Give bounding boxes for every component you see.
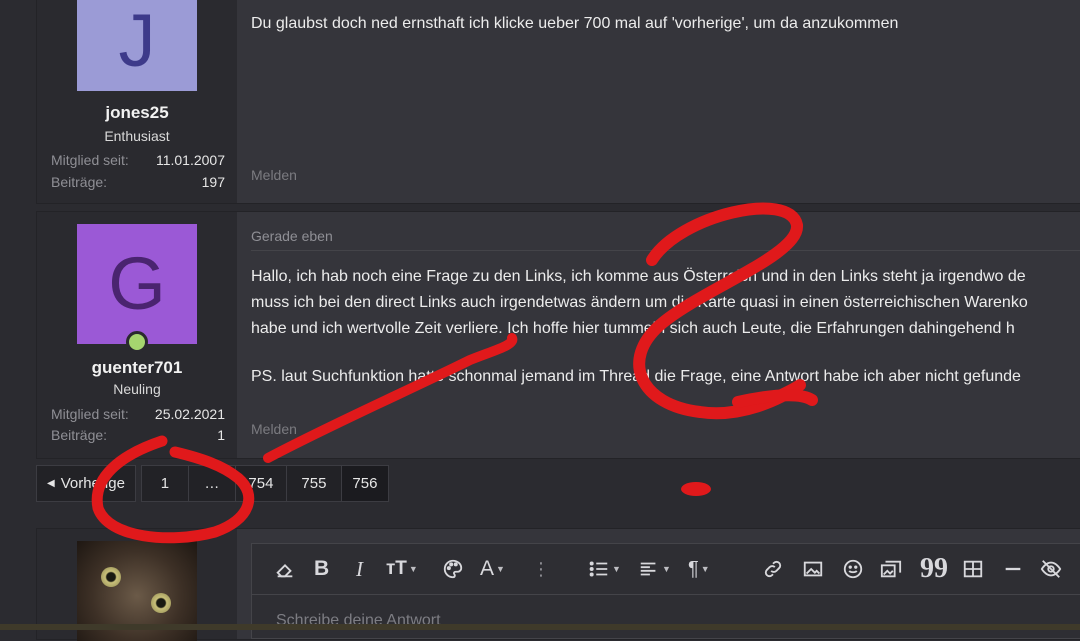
paragraph-icon[interactable]: ¶ ▼ [688,556,710,582]
horizontal-rule-icon[interactable] [1002,556,1024,582]
chevron-left-icon: ◀ [47,478,55,489]
message-line: PS. laut Suchfunktion hatte schonmal jem… [251,368,1021,385]
user-sidebar: J jones25 Enthusiast Mitglied seit: 11.0… [37,0,237,203]
text-size-icon[interactable]: тT ▼ [386,556,418,582]
post-count-row: Beiträge: 1 [51,427,225,443]
avatar[interactable]: J [77,0,197,91]
post-count-label: Beiträge: [51,427,108,443]
current-page[interactable]: 756 [340,465,389,502]
post-timestamp[interactable]: Gerade eben [251,228,333,244]
eraser-icon[interactable] [274,556,296,582]
italic-icon[interactable]: I [356,556,363,582]
page-ellipsis-button[interactable]: … [187,465,236,502]
post-count-row: Beiträge: 197 [51,174,225,190]
previous-page-button[interactable]: ◀ Vorherige [36,465,136,502]
online-status-icon [126,331,148,353]
bold-icon[interactable]: B [314,556,329,582]
user-title: Enthusiast [104,128,170,144]
post-count-value: 197 [201,174,225,190]
avatar-letter: G [108,242,166,325]
member-since-row: Mitglied seit: 11.01.2007 [51,152,225,168]
user-title: Neuling [113,381,161,397]
member-since-label: Mitglied seit: [51,406,129,422]
member-since-value: 25.02.2021 [154,406,225,422]
previous-label: Vorherige [60,475,125,492]
report-link[interactable]: Melden [251,421,297,437]
avatar-letter: J [118,0,156,82]
username[interactable]: guenter701 [37,358,237,378]
bottom-strip [0,624,1080,630]
page-link[interactable]: 754 [234,465,287,502]
annotation-dot [681,482,711,496]
message-line: Hallo, ich hab noch eine Frage zu den Li… [251,268,1026,285]
palette-icon[interactable] [442,556,464,582]
post-count-label: Beiträge: [51,174,108,190]
pagination: ◀ Vorherige 1 … 754 755 756 [36,465,389,502]
link-icon[interactable] [762,556,784,582]
avatar-eye [101,567,121,587]
reply-user-sidebar [37,529,237,641]
post-guenter701: G guenter701 Neuling Mitglied seit: 25.0… [36,211,1080,459]
page-link[interactable]: 1 [140,465,189,502]
image-icon[interactable] [802,556,824,582]
username[interactable]: jones25 [37,103,237,123]
message-line [251,342,1080,364]
align-icon[interactable]: ▼ [638,556,671,582]
page-link[interactable]: 755 [285,465,342,502]
member-since-label: Mitglied seit: [51,152,129,168]
list-icon[interactable]: ▼ [588,556,621,582]
more-vertical-icon[interactable]: ⋮ [532,556,550,582]
member-since-value: 11.01.2007 [155,152,225,168]
message-line: muss ich bei den direct Links auch irgen… [251,294,1028,311]
editor-toolbar: B I тT ▼ A ▼ ⋮ ▼ ▼ ¶ ▼ 99 [252,544,1080,595]
member-since-row: Mitglied seit: 25.02.2021 [51,406,225,422]
avatar-eye [151,593,171,613]
font-color-icon[interactable]: A ▼ [480,556,505,582]
message-line: habe und ich wertvolle Zeit verliere. Ic… [251,320,1015,337]
post-jones25: J jones25 Enthusiast Mitglied seit: 11.0… [36,0,1080,204]
smiley-icon[interactable] [842,556,864,582]
table-icon[interactable] [962,556,984,582]
post-divider [251,250,1080,251]
report-link[interactable]: Melden [251,167,297,183]
post-message: Hallo, ich hab noch eine Frage zu den Li… [251,264,1080,390]
avatar[interactable]: G [77,224,197,344]
post-message: Du glaubst doch ned ernsthaft ich klicke… [251,11,1080,37]
spoiler-icon[interactable] [1040,556,1062,582]
quote-icon[interactable]: 99 [920,553,948,584]
media-icon[interactable] [880,556,902,582]
user-sidebar: G guenter701 Neuling Mitglied seit: 25.0… [37,212,237,458]
post-count-value: 1 [217,427,225,443]
message-line: Du glaubst doch ned ernsthaft ich klicke… [251,15,899,32]
